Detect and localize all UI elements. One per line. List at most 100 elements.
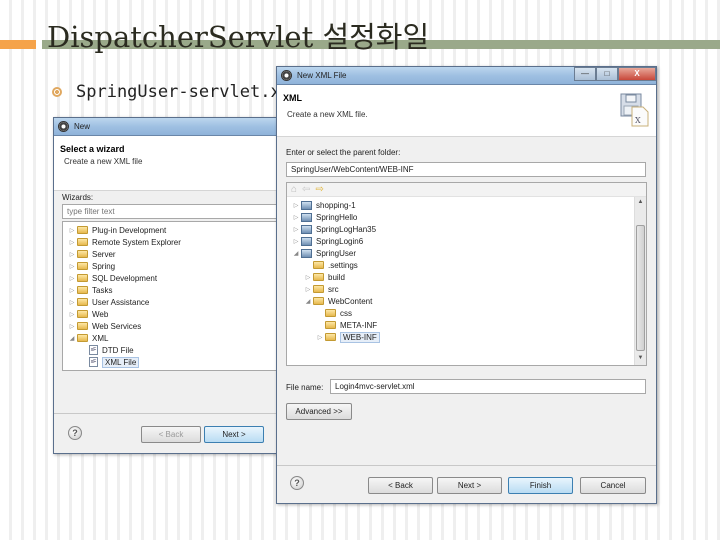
collapsed-twisty-icon[interactable]: ▷ [291,214,301,221]
folder-tree-item[interactable]: ▷ SpringHello [287,211,646,223]
new-wizard-titlebar[interactable]: New [54,118,277,136]
folder-tree-item[interactable]: ▷ WEB-INF [287,331,646,343]
cancel-button[interactable]: Cancel [580,477,646,494]
wizard-tree-item[interactable]: xF XML File [63,356,281,368]
new-xml-header-title: XML [283,93,302,103]
tree-item-label: SpringLogHan35 [316,224,377,234]
wizard-tree-item[interactable]: xF DTD File [63,344,281,356]
folder-tree-item[interactable]: ▷ SpringLogHan35 [287,223,646,235]
tree-item-label: Tasks [92,285,113,295]
collapsed-twisty-icon[interactable]: ▷ [67,227,77,234]
folder-tree-item[interactable]: css [287,307,646,319]
wizard-tree-item[interactable]: ▷ Web [63,308,281,320]
collapsed-twisty-icon[interactable]: ▷ [291,202,301,209]
tree-item-label: build [328,272,345,282]
folder-tree-item[interactable]: ▷ shopping-1 [287,199,646,211]
expanded-twisty-icon[interactable]: ◢ [67,335,77,342]
folder-tree-scrollbar[interactable]: ▲ ▼ [634,197,646,365]
collapsed-twisty-icon[interactable]: ▷ [67,239,77,246]
bullet-icon [52,87,62,97]
parent-folder-input[interactable] [286,162,646,177]
collapsed-twisty-icon[interactable]: ▷ [291,238,301,245]
collapsed-twisty-icon[interactable]: ▷ [291,226,301,233]
maximize-button[interactable]: □ [596,67,618,81]
folder-icon [325,321,336,329]
collapsed-twisty-icon[interactable]: ▷ [67,323,77,330]
tree-item-label: src [328,284,339,294]
help-icon[interactable]: ? [290,476,304,490]
collapsed-twisty-icon[interactable]: ▷ [67,287,77,294]
wizard-tree[interactable]: ▷ Plug-in Development ▷ Remote System Explo… [62,221,282,371]
project-icon [301,200,312,210]
tree-item-label: .settings [328,260,358,270]
back-button[interactable]: < Back [368,477,433,494]
collapsed-twisty-icon[interactable]: ▷ [303,274,313,281]
wizard-tree-item[interactable]: ▷ User Assistance [63,296,281,308]
folder-icon [77,286,88,294]
scroll-thumb[interactable] [636,225,645,351]
minimize-button[interactable]: — [574,67,596,81]
file-icon: xF [89,357,98,367]
bullet-text: SpringUser-servlet.xml [76,82,302,102]
collapsed-twisty-icon[interactable]: ▷ [67,311,77,318]
help-icon[interactable]: ? [68,426,82,440]
wizard-next-button[interactable]: Next > [204,426,264,443]
collapsed-twisty-icon[interactable]: ▷ [67,263,77,270]
new-wizard-header-subtitle: Create a new XML file [64,157,143,166]
home-icon[interactable]: ⌂ [291,184,297,195]
wizard-tree-item[interactable]: ▷ Plug-in Development [63,224,281,236]
collapsed-twisty-icon[interactable]: ▷ [303,286,313,293]
advanced-button[interactable]: Advanced >> [286,403,352,420]
folder-tree[interactable]: ⌂ ⇦ ⇨ ▷ shopping-1 ▷ SpringHello ▷ SpringLogH… [286,182,647,366]
project-icon [301,224,312,234]
folder-tree-nav: ⌂ ⇦ ⇨ [287,183,646,197]
finish-button[interactable]: Finish [508,477,573,494]
folder-tree-item[interactable]: META-INF [287,319,646,331]
bullet-item: SpringUser-servlet.xml [52,82,301,102]
file-name-input[interactable] [330,379,646,394]
wizard-tree-item[interactable]: ▷ SQL Development [63,272,281,284]
tree-item-label: META-INF [340,320,378,330]
folder-tree-item[interactable]: .settings [287,259,646,271]
window-controls: — □ X [574,67,656,81]
folder-tree-item[interactable]: ▷ SpringLogin6 [287,235,646,247]
expanded-twisty-icon[interactable]: ◢ [291,250,301,257]
tree-item-label: Web [92,309,109,319]
tree-item-label: SQL Development [92,273,158,283]
close-button[interactable]: X [618,67,656,81]
collapsed-twisty-icon[interactable]: ▷ [67,275,77,282]
wizard-tree-item[interactable]: ▷ Tasks [63,284,281,296]
tree-item-label: XML File [102,356,140,368]
tree-item-label: WebContent [328,296,373,306]
scroll-up-arrow[interactable]: ▲ [635,199,646,209]
wizard-back-button[interactable]: < Back [141,426,201,443]
back-arrow-icon[interactable]: ⇦ [302,184,310,195]
new-xml-titlebar[interactable]: New XML File — □ X [277,67,656,85]
folder-icon [77,322,88,330]
forward-arrow-icon[interactable]: ⇨ [315,184,323,195]
project-icon [301,236,312,246]
new-wizard-dialog: New Select a wizard Create a new XML fil… [53,117,282,454]
folder-tree-item[interactable]: ◢ WebContent [287,295,646,307]
collapsed-twisty-icon[interactable]: ▷ [67,251,77,258]
wizard-tree-item[interactable]: ▷ Spring [63,260,281,272]
wizard-tree-item[interactable]: ◢ XML [63,332,281,344]
parent-folder-label: Enter or select the parent folder: [286,148,401,157]
folder-icon [77,334,88,342]
wizard-filter-input[interactable] [62,204,282,219]
collapsed-twisty-icon[interactable]: ▷ [315,334,325,341]
tree-item-label: Spring [92,261,116,271]
scroll-down-arrow[interactable]: ▼ [635,355,646,365]
folder-tree-item[interactable]: ▷ build [287,271,646,283]
wizard-tree-item[interactable]: ▷ Web Services [63,320,281,332]
expanded-twisty-icon[interactable]: ◢ [303,298,313,305]
folder-tree-item[interactable]: ◢ SpringUser [287,247,646,259]
tree-item-label: css [340,308,352,318]
footer-separator [277,465,656,466]
next-button[interactable]: Next > [437,477,502,494]
folder-tree-item[interactable]: ▷ src [287,283,646,295]
collapsed-twisty-icon[interactable]: ▷ [67,299,77,306]
folder-icon [77,298,88,306]
wizard-tree-item[interactable]: ▷ Server [63,248,281,260]
wizard-tree-item[interactable]: ▷ Remote System Explorer [63,236,281,248]
